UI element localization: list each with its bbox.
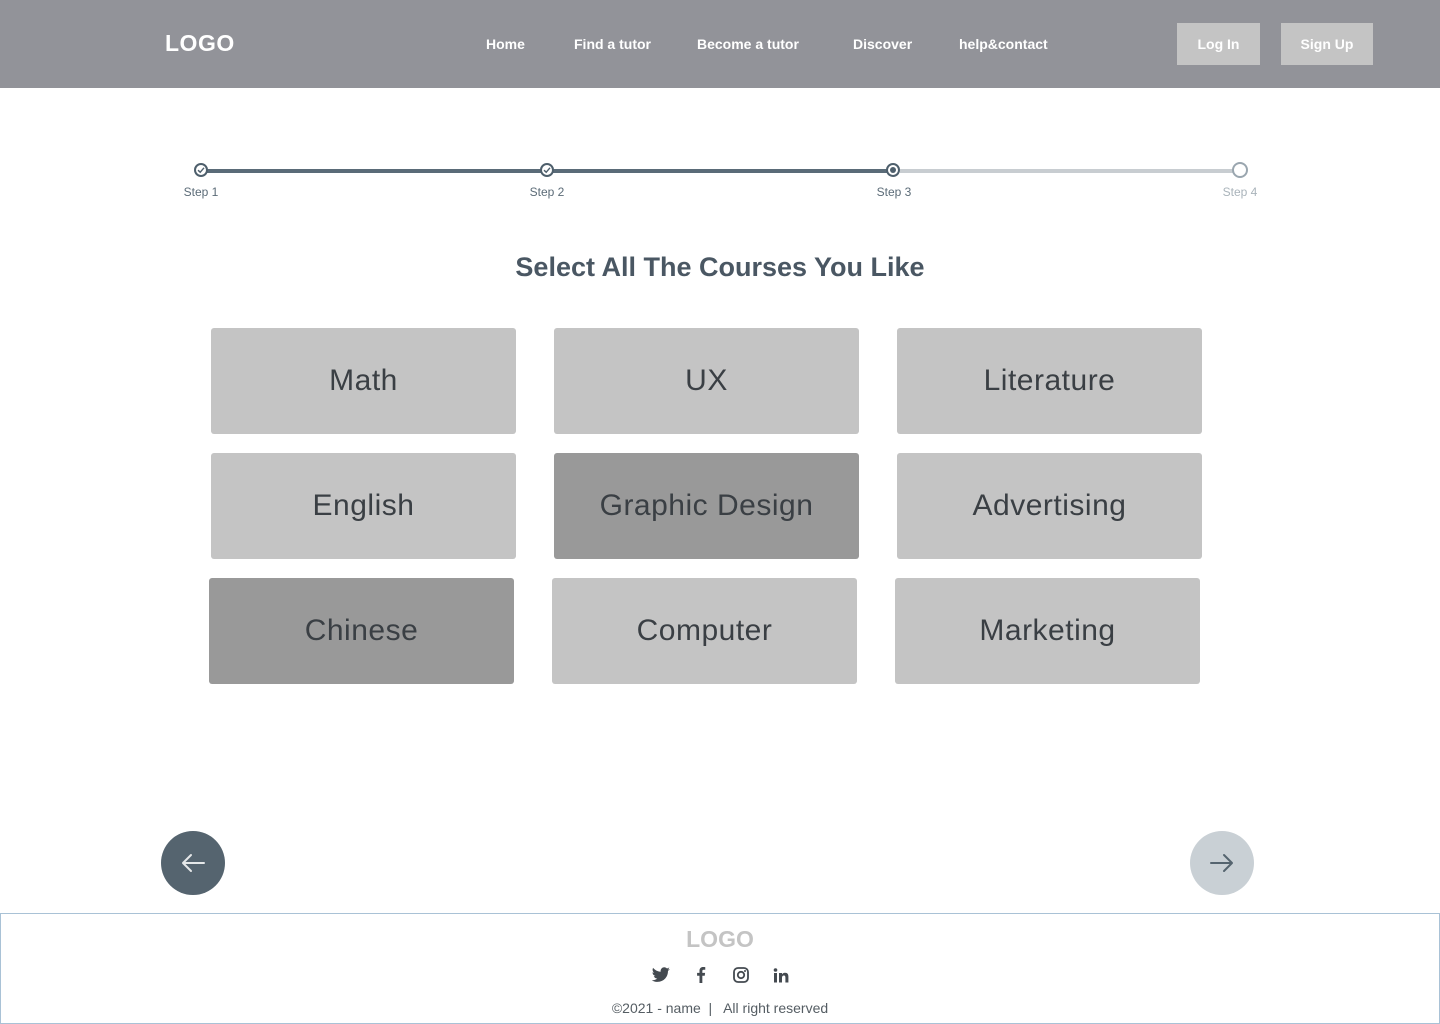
footer-logo: LOGO <box>686 926 754 952</box>
footer: LOGO ©2021 - name | All right reserved <box>0 913 1440 1024</box>
header-logo[interactable]: LOGO <box>165 30 235 57</box>
facebook-icon[interactable] <box>690 965 712 985</box>
nav-discover[interactable]: Discover <box>853 36 912 52</box>
step-1-check-icon <box>194 163 208 177</box>
nav-become-a-tutor[interactable]: Become a tutor <box>697 36 799 52</box>
login-button[interactable]: Log In <box>1177 23 1260 65</box>
course-tile-ux[interactable]: UX <box>554 328 859 434</box>
step-2-check-icon <box>540 163 554 177</box>
nav-find-a-tutor[interactable]: Find a tutor <box>574 36 651 52</box>
instagram-icon[interactable] <box>730 965 752 985</box>
step-4-label: Step 4 <box>1222 185 1258 199</box>
course-tile-chinese[interactable]: Chinese <box>209 578 514 684</box>
nav-help-contact[interactable]: help&contact <box>959 36 1048 52</box>
top-nav-bar: LOGO Home Find a tutor Become a tutor Di… <box>0 0 1440 88</box>
course-tile-english[interactable]: English <box>211 453 516 559</box>
step-progress-line-remaining <box>900 169 1233 173</box>
linkedin-icon[interactable] <box>770 965 792 985</box>
twitter-icon[interactable] <box>650 965 672 985</box>
next-step-button[interactable] <box>1190 831 1254 895</box>
course-tile-marketing[interactable]: Marketing <box>895 578 1200 684</box>
page-title: Select All The Courses You Like <box>515 252 925 282</box>
step-2-label: Step 2 <box>529 185 565 199</box>
step-3-label: Step 3 <box>876 185 912 199</box>
copyright-text: ©2021 - name | All right reserved <box>611 1000 829 1016</box>
arrow-right-icon <box>1210 854 1233 872</box>
course-tile-computer[interactable]: Computer <box>552 578 857 684</box>
course-tile-math[interactable]: Math <box>211 328 516 434</box>
step-1-label: Step 1 <box>183 185 219 199</box>
arrow-left-icon <box>182 854 205 872</box>
step-4-pending-icon <box>1232 162 1248 178</box>
course-tile-literature[interactable]: Literature <box>897 328 1202 434</box>
signup-button[interactable]: Sign Up <box>1281 23 1373 65</box>
previous-step-button[interactable] <box>161 831 225 895</box>
nav-home[interactable]: Home <box>486 36 525 52</box>
course-tile-advertising[interactable]: Advertising <box>897 453 1202 559</box>
course-tile-graphic-design[interactable]: Graphic Design <box>554 453 859 559</box>
step-3-current-icon <box>886 163 900 177</box>
